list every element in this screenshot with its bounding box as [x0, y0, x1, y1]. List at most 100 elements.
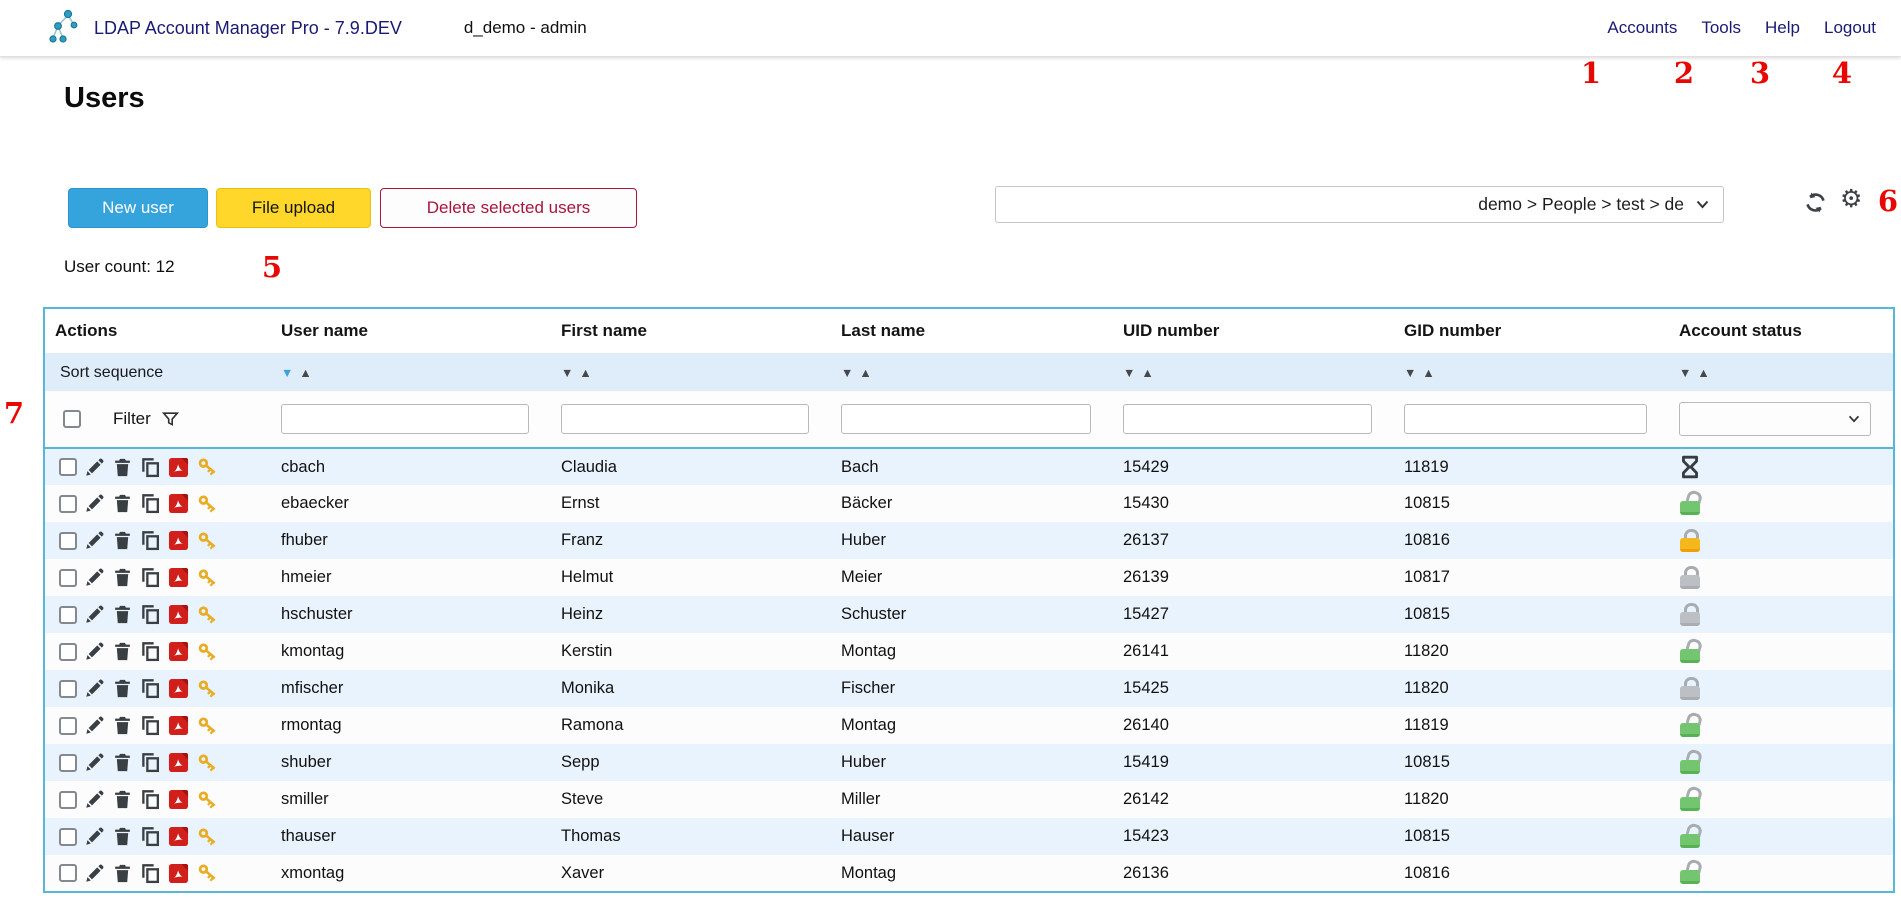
create-pdf-button[interactable] — [168, 715, 189, 736]
change-password-button[interactable] — [196, 492, 220, 516]
nav-help[interactable]: Help — [1765, 18, 1800, 38]
delete-user-button[interactable] — [112, 567, 133, 588]
create-pdf-button[interactable] — [168, 863, 189, 884]
select-all-checkbox[interactable] — [63, 410, 81, 428]
copy-user-button[interactable] — [140, 604, 161, 625]
row-select-checkbox[interactable] — [59, 717, 77, 735]
edit-user-button[interactable] — [84, 826, 105, 847]
sort-asc-arrow-lastname[interactable]: ▲ — [859, 367, 871, 379]
change-password-button[interactable] — [196, 714, 220, 738]
tree-suffix-dropdown[interactable]: demo > People > test > de — [995, 186, 1724, 223]
delete-user-button[interactable] — [112, 457, 133, 478]
copy-user-button[interactable] — [140, 826, 161, 847]
edit-user-button[interactable] — [84, 789, 105, 810]
sort-asc-arrow-gid[interactable]: ▲ — [1422, 367, 1434, 379]
copy-user-button[interactable] — [140, 678, 161, 699]
sort-asc-arrow-status[interactable]: ▲ — [1697, 367, 1709, 379]
copy-user-button[interactable] — [140, 493, 161, 514]
row-select-checkbox[interactable] — [59, 680, 77, 698]
delete-user-button[interactable] — [112, 641, 133, 662]
sort-desc-arrow-firstname[interactable]: ▼ — [561, 367, 573, 379]
ldap-tree-icon[interactable] — [47, 8, 85, 48]
filter-input-username[interactable] — [281, 404, 529, 434]
delete-user-button[interactable] — [112, 715, 133, 736]
file-upload-button[interactable]: File upload — [216, 188, 371, 228]
edit-user-button[interactable] — [84, 457, 105, 478]
new-user-button[interactable]: New user — [68, 188, 208, 228]
copy-user-button[interactable] — [140, 530, 161, 551]
row-select-checkbox[interactable] — [59, 828, 77, 846]
create-pdf-button[interactable] — [168, 567, 189, 588]
change-password-button[interactable] — [196, 455, 220, 479]
sort-asc-arrow-uid[interactable]: ▲ — [1141, 367, 1153, 379]
edit-user-button[interactable] — [84, 530, 105, 551]
copy-user-button[interactable] — [140, 641, 161, 662]
nav-accounts[interactable]: Accounts — [1607, 18, 1677, 38]
edit-user-button[interactable] — [84, 604, 105, 625]
copy-user-button[interactable] — [140, 863, 161, 884]
delete-user-button[interactable] — [112, 752, 133, 773]
row-select-checkbox[interactable] — [59, 569, 77, 587]
delete-user-button[interactable] — [112, 493, 133, 514]
sort-desc-arrow-username[interactable]: ▼ — [281, 367, 293, 379]
row-select-checkbox[interactable] — [59, 458, 77, 476]
delete-user-button[interactable] — [112, 863, 133, 884]
change-password-button[interactable] — [196, 751, 220, 775]
sort-desc-arrow-lastname[interactable]: ▼ — [841, 367, 853, 379]
edit-user-button[interactable] — [84, 641, 105, 662]
edit-user-button[interactable] — [84, 567, 105, 588]
filter-input-uid[interactable] — [1123, 404, 1372, 434]
sort-desc-arrow-status[interactable]: ▼ — [1679, 367, 1691, 379]
delete-user-button[interactable] — [112, 604, 133, 625]
create-pdf-button[interactable] — [168, 457, 189, 478]
row-select-checkbox[interactable] — [59, 606, 77, 624]
delete-user-button[interactable] — [112, 826, 133, 847]
create-pdf-button[interactable] — [168, 641, 189, 662]
row-select-checkbox[interactable] — [59, 754, 77, 772]
filter-select-status[interactable] — [1679, 402, 1871, 436]
edit-user-button[interactable] — [84, 863, 105, 884]
edit-user-button[interactable] — [84, 678, 105, 699]
create-pdf-button[interactable] — [168, 826, 189, 847]
row-select-checkbox[interactable] — [59, 791, 77, 809]
change-password-button[interactable] — [196, 603, 220, 627]
row-select-checkbox[interactable] — [59, 532, 77, 550]
delete-user-button[interactable] — [112, 789, 133, 810]
delete-user-button[interactable] — [112, 530, 133, 551]
copy-user-button[interactable] — [140, 457, 161, 478]
copy-user-button[interactable] — [140, 567, 161, 588]
row-select-checkbox[interactable] — [59, 495, 77, 513]
row-select-checkbox[interactable] — [59, 643, 77, 661]
filter-input-lastname[interactable] — [841, 404, 1091, 434]
row-select-checkbox[interactable] — [59, 864, 77, 882]
edit-user-button[interactable] — [84, 493, 105, 514]
delete-user-button[interactable] — [112, 678, 133, 699]
filter-funnel-icon[interactable] — [161, 410, 180, 429]
change-password-button[interactable] — [196, 825, 220, 849]
sort-asc-arrow-username[interactable]: ▲ — [299, 367, 311, 379]
settings-button[interactable]: ⚙ — [1840, 186, 1862, 213]
sort-desc-arrow-uid[interactable]: ▼ — [1123, 367, 1135, 379]
copy-user-button[interactable] — [140, 789, 161, 810]
copy-user-button[interactable] — [140, 752, 161, 773]
refresh-button[interactable] — [1804, 191, 1827, 214]
create-pdf-button[interactable] — [168, 604, 189, 625]
sort-asc-arrow-firstname[interactable]: ▲ — [579, 367, 591, 379]
create-pdf-button[interactable] — [168, 493, 189, 514]
change-password-button[interactable] — [196, 566, 220, 590]
create-pdf-button[interactable] — [168, 752, 189, 773]
change-password-button[interactable] — [196, 529, 220, 553]
change-password-button[interactable] — [196, 677, 220, 701]
filter-input-firstname[interactable] — [561, 404, 809, 434]
edit-user-button[interactable] — [84, 715, 105, 736]
change-password-button[interactable] — [196, 861, 220, 885]
change-password-button[interactable] — [196, 640, 220, 664]
edit-user-button[interactable] — [84, 752, 105, 773]
nav-logout[interactable]: Logout — [1824, 18, 1876, 38]
filter-input-gid[interactable] — [1404, 404, 1647, 434]
delete-selected-users-button[interactable]: Delete selected users — [380, 188, 637, 228]
create-pdf-button[interactable] — [168, 530, 189, 551]
create-pdf-button[interactable] — [168, 678, 189, 699]
change-password-button[interactable] — [196, 788, 220, 812]
nav-tools[interactable]: Tools — [1701, 18, 1741, 38]
